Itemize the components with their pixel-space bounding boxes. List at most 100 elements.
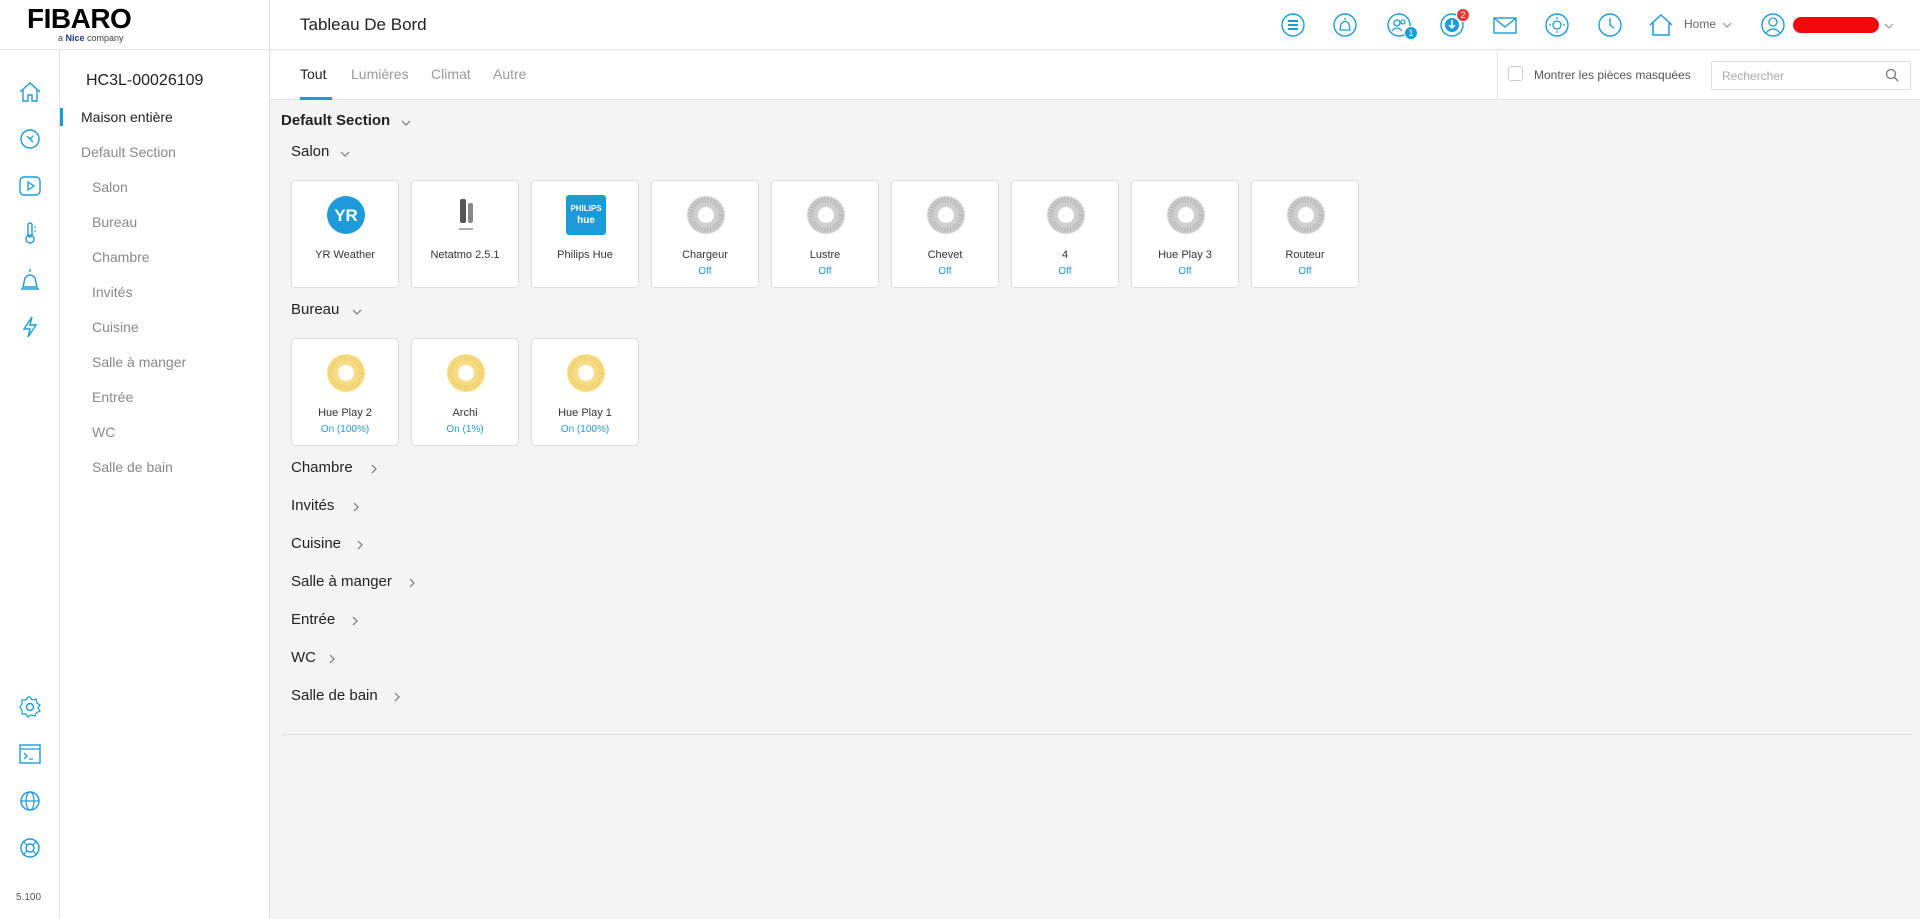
room-title-cuisine[interactable]: Cuisine [291,535,341,552]
tab-climat[interactable]: Climat [431,66,471,82]
section-title[interactable]: Default Section [281,112,390,129]
device-name: YR Weather [315,249,375,261]
chevron-right-icon[interactable] [350,501,362,513]
chevron-down-icon[interactable] [1884,21,1894,31]
left-nav-rail: 5.100 [0,50,60,919]
room-title-chambre[interactable]: Chambre [291,459,353,476]
alarm-icon[interactable] [1330,10,1360,40]
logo-sub-brand: Nice [65,33,85,43]
room-item-salon[interactable]: Salon [92,179,128,195]
room-title-wc[interactable]: WC [291,649,316,666]
download-updates-icon[interactable]: 2 [1437,8,1470,40]
room-title-salle-de-bain[interactable]: Salle de bain [291,687,378,704]
device-tile-netatmo[interactable]: Netatmo 2.5.1 [411,180,519,288]
room-title-entree[interactable]: Entrée [291,611,335,628]
search-input[interactable] [1711,61,1911,90]
device-name: 4 [1061,249,1069,261]
device-tile-lustre[interactable]: Lustre Off [771,180,879,288]
network-globe-icon[interactable] [18,789,42,813]
device-tile-chevet[interactable]: Chevet Off [891,180,999,288]
light-off-icon [1167,196,1205,234]
room-item-default-section[interactable]: Default Section [81,144,176,160]
device-status: Off [1298,266,1312,277]
user-avatar-icon[interactable] [1760,12,1786,38]
device-status: On (100%) [320,424,370,435]
show-hidden-rooms-label[interactable]: Montrer les pièces masquées [1534,68,1691,82]
energy-bolt-icon[interactable] [18,315,42,339]
device-name: Lustre [809,249,841,261]
home-icon[interactable] [1646,10,1676,40]
light-off-icon [807,196,845,234]
device-tile-chargeur[interactable]: Chargeur Off [651,180,759,288]
device-tile-philips-hue[interactable]: PHILIPS hue Philips Hue [531,180,639,288]
clock-icon[interactable] [1595,10,1625,40]
chevron-right-icon[interactable] [326,653,338,665]
device-tile-routeur[interactable]: Routeur Off [1251,180,1359,288]
room-item-chambre[interactable]: Chambre [92,249,150,265]
room-item-bureau[interactable]: Bureau [92,214,137,230]
room-title-bureau[interactable]: Bureau [291,301,339,318]
device-tile-archi[interactable]: Archi On (1%) [411,338,519,446]
chevron-down-icon[interactable] [1722,20,1732,30]
light-off-icon [927,196,965,234]
light-off-icon [1287,196,1325,234]
show-hidden-rooms-checkbox[interactable] [1508,66,1523,81]
room-item-wc[interactable]: WC [92,424,115,440]
device-tile-hue-play-2[interactable]: Hue Play 2 On (100%) [291,338,399,446]
device-tile-hue-play-3[interactable]: Hue Play 3 Off [1131,180,1239,288]
device-tile-yr-weather[interactable]: YR YR Weather [291,180,399,288]
room-item-maison-entiere[interactable]: Maison entière [81,109,173,125]
fibaro-logo[interactable]: FIBARO [27,4,132,34]
thermometer-icon[interactable] [18,221,42,245]
room-title-salle-a-manger[interactable]: Salle à manger [291,573,392,590]
device-tile-4[interactable]: 4 Off [1011,180,1119,288]
chevron-right-icon[interactable] [368,463,380,475]
chevron-down-icon[interactable] [400,117,412,129]
device-status: On (1%) [446,424,484,435]
chevron-right-icon[interactable] [349,615,361,627]
settings-gear-icon[interactable] [18,695,42,719]
dashboard-list-icon[interactable] [1278,10,1308,40]
chevron-right-icon[interactable] [391,691,403,703]
terminal-icon[interactable] [18,742,42,766]
weather-sun-icon[interactable] [1542,10,1572,40]
device-status: Off [1058,266,1072,277]
room-item-invites[interactable]: Invités [92,284,132,300]
play-scenes-icon[interactable] [18,174,42,198]
room-item-entree[interactable]: Entrée [92,389,133,405]
room-title-salon[interactable]: Salon [291,143,329,160]
alarm-siren-icon[interactable] [18,268,42,292]
philips-hue-logo-icon: PHILIPS hue [566,195,606,235]
chevron-right-icon[interactable] [406,577,418,589]
device-name: Hue Play 1 [558,407,612,419]
users-icon[interactable]: 1 [1384,10,1418,40]
device-name: Philips Hue [557,249,613,261]
tab-tout[interactable]: Tout [300,66,326,82]
room-item-salle-de-bain[interactable]: Salle de bain [92,459,173,475]
user-name-redacted[interactable] [1793,17,1879,33]
page-title: Tableau De Bord [300,15,427,34]
chevron-right-icon[interactable] [354,539,366,551]
search-icon[interactable] [1885,68,1899,82]
home-selector-label[interactable]: Home [1684,17,1716,31]
device-name: Archi [452,407,478,419]
updates-badge: 2 [1456,8,1470,22]
logo-area: FIBARO a Nice company [0,0,270,50]
light-on-icon [447,354,485,392]
device-tile-hue-play-1[interactable]: Hue Play 1 On (100%) [531,338,639,446]
chevron-down-icon[interactable] [339,148,351,160]
room-title-invites[interactable]: Invités [291,497,334,514]
light-off-icon [1047,196,1085,234]
rooms-panel: HC3L-00026109 Maison entière Default Sec… [60,50,270,919]
logo-subtitle: a Nice company [58,33,124,43]
scenes-icon[interactable] [18,127,42,151]
hue-logo-line1: PHILIPS [570,204,602,213]
tab-autre[interactable]: Autre [493,66,526,82]
room-item-salle-a-manger[interactable]: Salle à manger [92,354,186,370]
home-dashboard-icon[interactable] [18,80,42,104]
support-lifebuoy-icon[interactable] [18,836,42,860]
room-item-cuisine[interactable]: Cuisine [92,319,139,335]
tab-lumieres[interactable]: Lumières [351,66,409,82]
chevron-down-icon[interactable] [351,306,363,318]
mail-icon[interactable] [1490,10,1520,40]
